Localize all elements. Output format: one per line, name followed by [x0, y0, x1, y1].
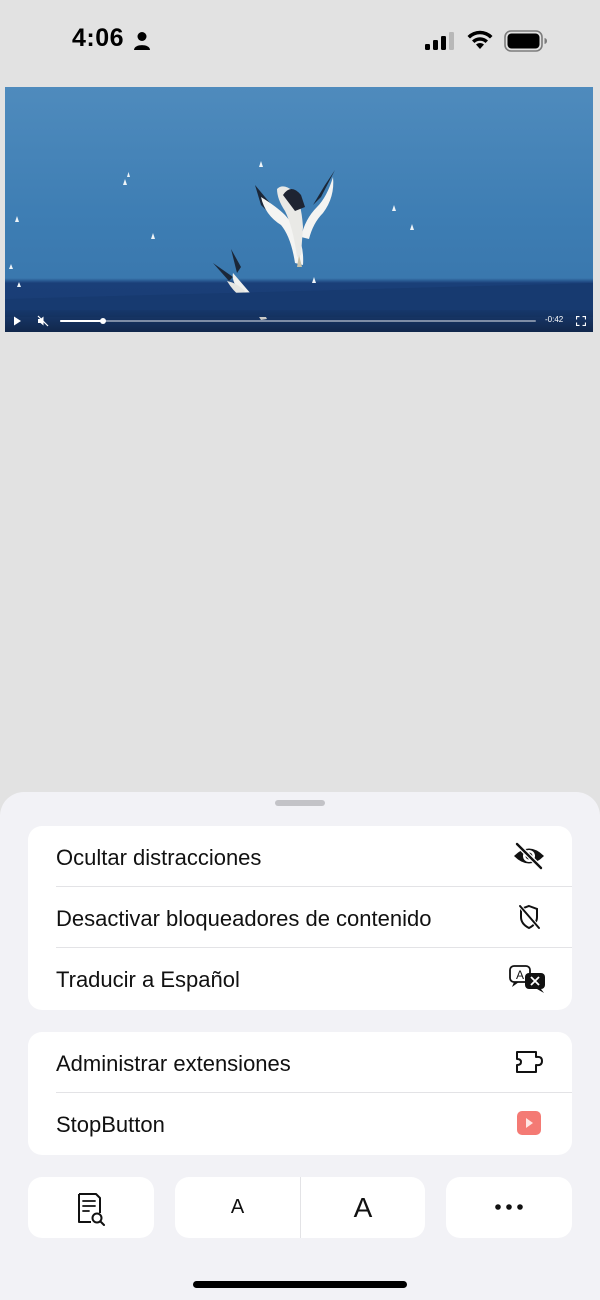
menu-item-manage-extensions[interactable]: Administrar extensiones — [28, 1032, 572, 1093]
more-button[interactable] — [446, 1177, 572, 1238]
menu-item-label: Desactivar bloqueadores de contenido — [56, 906, 432, 931]
translate-icon: A — [509, 965, 545, 993]
mute-icon[interactable] — [37, 315, 49, 327]
reader-icon — [78, 1193, 105, 1226]
menu-item-label: Administrar extensiones — [56, 1051, 291, 1076]
increase-font-button[interactable]: A — [301, 1177, 425, 1238]
video-progress-fill — [60, 320, 103, 322]
fullscreen-icon[interactable] — [576, 316, 586, 326]
status-bar: 4:06 — [0, 0, 600, 82]
svg-text:A: A — [516, 968, 524, 982]
menu-item-label: Traducir a Español — [56, 967, 240, 992]
menu-item-label: Ocultar distracciones — [56, 845, 262, 870]
menu-item-hide-distractions[interactable]: Ocultar distracciones — [28, 826, 572, 887]
video-progress-bar[interactable] — [60, 318, 536, 324]
eye-slash-icon — [514, 842, 544, 870]
ellipsis-icon — [495, 1204, 523, 1210]
battery-icon — [504, 30, 547, 52]
video-controls: -0:42 — [5, 310, 593, 332]
wifi-icon — [467, 30, 493, 49]
video-frame — [5, 161, 593, 320]
video-player[interactable]: -0:42 — [5, 87, 593, 332]
person-icon — [134, 32, 150, 50]
menu-item-translate[interactable]: Traducir a Español A — [28, 948, 572, 1009]
video-remaining-time: -0:42 — [545, 315, 564, 324]
play-icon[interactable] — [13, 316, 22, 326]
font-size-control: A A — [175, 1177, 425, 1238]
menu-group-extensions: Administrar extensiones StopButton — [28, 1032, 572, 1155]
shield-slash-icon — [518, 904, 541, 930]
signal-icon — [425, 32, 454, 50]
menu-item-stopbutton[interactable]: StopButton — [28, 1093, 572, 1154]
sheet-grabber[interactable] — [275, 800, 325, 806]
page-menu-sheet: Ocultar distracciones Desactivar bloquea… — [0, 792, 600, 1300]
puzzle-icon — [516, 1051, 543, 1073]
status-time: 4:06 — [72, 24, 125, 52]
decrease-font-button[interactable]: A — [175, 1177, 300, 1238]
menu-item-disable-content-blockers[interactable]: Desactivar bloqueadores de contenido — [28, 887, 572, 948]
menu-group-page-options: Ocultar distracciones Desactivar bloquea… — [28, 826, 572, 1010]
stopbutton-icon — [517, 1111, 541, 1135]
home-indicator — [193, 1281, 407, 1288]
page: 4:06 -0:42 Ocultar distracciones Desacti… — [0, 0, 600, 1300]
video-progress-knob[interactable] — [99, 318, 106, 324]
reader-button[interactable] — [28, 1177, 154, 1238]
menu-item-label: StopButton — [56, 1112, 165, 1137]
